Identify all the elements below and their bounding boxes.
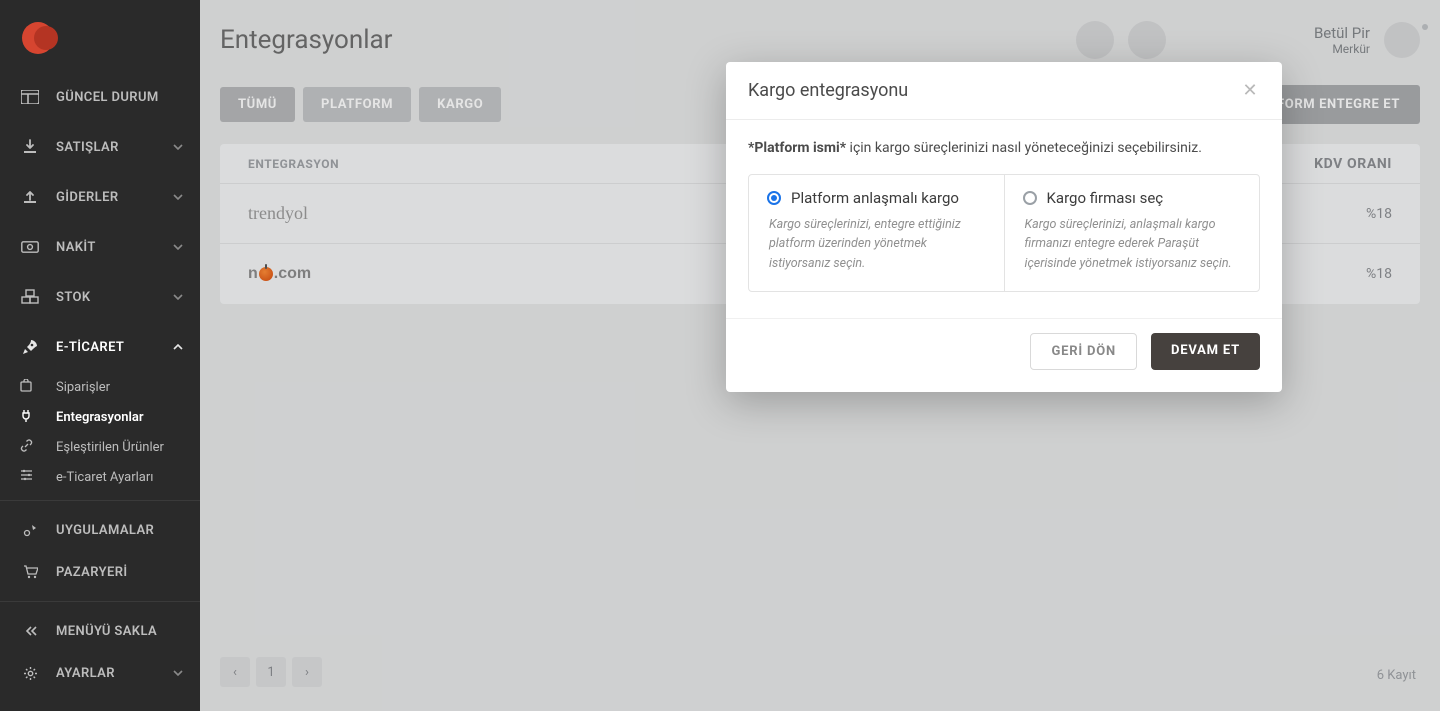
link-icon <box>20 439 36 455</box>
chevron-down-icon <box>172 241 184 253</box>
chevron-down-icon <box>172 141 184 153</box>
chevron-down-icon <box>172 191 184 203</box>
nav-divider <box>0 500 200 501</box>
sub-label: e-Ticaret Ayarları <box>56 470 154 485</box>
apps-icon <box>20 520 40 540</box>
gear-icon <box>20 663 40 683</box>
nav-guncel-durum[interactable]: GÜNCEL DURUM <box>0 72 200 122</box>
app-logo <box>0 0 200 72</box>
nav-eticaret-sub: Siparişler Entegrasyonlar Eşleştirilen Ü… <box>0 372 200 492</box>
choice-grid: Platform anlaşmalı kargo Kargo süreçleri… <box>748 174 1260 292</box>
sub-label: Entegrasyonlar <box>56 410 144 425</box>
sliders-icon <box>20 469 36 485</box>
sub-eslestirilen-urunler[interactable]: Eşleştirilen Ürünler <box>0 432 200 462</box>
plug-icon <box>20 409 36 425</box>
logo-icon <box>20 16 60 56</box>
nav-label: E-TİCARET <box>56 340 124 355</box>
close-icon[interactable]: ✕ <box>1240 81 1260 101</box>
collapse-icon <box>20 621 40 641</box>
main-area: Entegrasyonlar Betül Pir Merkür TÜMÜ PLA… <box>200 0 1440 711</box>
choice-kargo-firmasi[interactable]: Kargo firması seç Kargo süreçlerinizi, a… <box>1004 175 1260 291</box>
nav-label: NAKİT <box>56 240 96 255</box>
intro-rest: için kargo süreçlerinizi nasıl yöneteceğ… <box>846 140 1202 156</box>
nav-ayarlar[interactable]: AYARLAR <box>0 652 200 694</box>
choice-platform-anlasmalı[interactable]: Platform anlaşmalı kargo Kargo süreçleri… <box>749 175 1004 291</box>
nav-nakit[interactable]: NAKİT <box>0 222 200 272</box>
modal-head: Kargo entegrasyonu ✕ <box>726 62 1282 120</box>
radio-icon <box>767 191 781 205</box>
cart-icon <box>20 562 40 582</box>
nav-pazaryeri[interactable]: PAZARYERİ <box>0 551 200 593</box>
dashboard-icon <box>20 87 40 107</box>
sidebar-nav: GÜNCEL DURUM SATIŞLAR GİDERLER NAK <box>0 72 200 711</box>
nav-label: UYGULAMALAR <box>56 523 154 538</box>
sub-entegrasyonlar[interactable]: Entegrasyonlar <box>0 402 200 432</box>
intro-bold: *Platform ismi* <box>748 140 846 156</box>
choice-title: Kargo firması seç <box>1047 189 1164 207</box>
nav-label: SATIŞLAR <box>56 140 119 155</box>
nav-satislar[interactable]: SATIŞLAR <box>0 122 200 172</box>
continue-button[interactable]: DEVAM ET <box>1151 333 1260 370</box>
sidebar: GÜNCEL DURUM SATIŞLAR GİDERLER NAK <box>0 0 200 711</box>
rocket-icon <box>20 337 40 357</box>
nav-eticaret[interactable]: E-TİCARET <box>0 322 200 372</box>
choice-desc: Kargo süreçlerinizi, anlaşmalı kargo fir… <box>1023 215 1242 273</box>
nav-label: GÜNCEL DURUM <box>56 90 159 105</box>
nav-label: AYARLAR <box>56 666 115 681</box>
modal-body: *Platform ismi* için kargo süreçlerinizi… <box>726 120 1282 318</box>
nav-hide-menu[interactable]: MENÜYÜ SAKLA <box>0 610 200 652</box>
nav-stok[interactable]: STOK <box>0 272 200 322</box>
nav-divider <box>0 601 200 602</box>
nav-uygulamalar[interactable]: UYGULAMALAR <box>0 509 200 551</box>
bag-icon <box>20 379 36 395</box>
nav-bottom: UYGULAMALAR PAZARYERİ MENÜYÜ SAKLA AYA <box>0 509 200 694</box>
radio-icon <box>1023 191 1037 205</box>
modal-foot: GERİ DÖN DEVAM ET <box>726 318 1282 392</box>
choice-title: Platform anlaşmalı kargo <box>791 189 959 207</box>
nav-label: MENÜYÜ SAKLA <box>56 624 157 639</box>
chevron-down-icon <box>172 667 184 679</box>
modal-title: Kargo entegrasyonu <box>748 80 908 101</box>
back-button[interactable]: GERİ DÖN <box>1030 333 1137 370</box>
sub-label: Siparişler <box>56 380 110 395</box>
nav-label: PAZARYERİ <box>56 565 128 580</box>
nav-giderler[interactable]: GİDERLER <box>0 172 200 222</box>
chevron-up-icon <box>172 341 184 353</box>
nav-label: STOK <box>56 290 91 305</box>
nav-label: GİDERLER <box>56 190 118 205</box>
boxes-icon <box>20 287 40 307</box>
modal-intro: *Platform ismi* için kargo süreçlerinizi… <box>748 140 1260 156</box>
modal-kargo-entegrasyonu: Kargo entegrasyonu ✕ *Platform ismi* içi… <box>726 62 1282 392</box>
choice-desc: Kargo süreçlerinizi, entegre ettiğiniz p… <box>767 215 986 273</box>
sub-label: Eşleştirilen Ürünler <box>56 440 164 455</box>
chevron-down-icon <box>172 291 184 303</box>
sub-siparisler[interactable]: Siparişler <box>0 372 200 402</box>
cash-icon <box>20 237 40 257</box>
sub-eticaret-ayarlari[interactable]: e-Ticaret Ayarları <box>0 462 200 492</box>
download-icon <box>20 137 40 157</box>
upload-icon <box>20 187 40 207</box>
